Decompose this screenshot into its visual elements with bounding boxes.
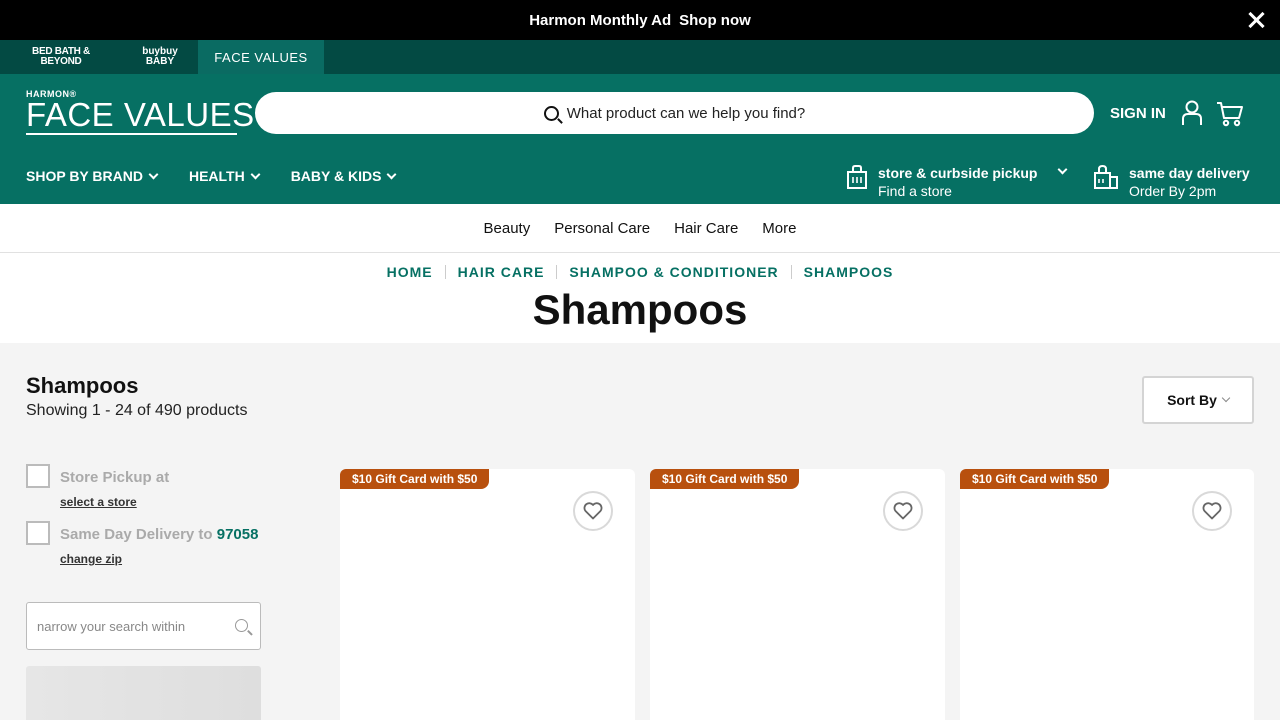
- product-card[interactable]: $10 Gift Card with $50: [960, 469, 1254, 720]
- subnav-more[interactable]: More: [762, 220, 796, 237]
- search-placeholder: What product can we help you find?: [566, 104, 806, 122]
- face-values-logo-tab[interactable]: FACE VALUES: [198, 40, 324, 74]
- breadcrumb-home[interactable]: HOME: [387, 264, 433, 280]
- product-card[interactable]: $10 Gift Card with $50: [650, 469, 945, 720]
- promo-badge: $10 Gift Card with $50: [340, 469, 490, 489]
- subnav-personal-care[interactable]: Personal Care: [554, 220, 650, 237]
- filter-loading-placeholder: [26, 666, 261, 720]
- nav-shop-by-brand[interactable]: SHOP BY BRAND: [26, 168, 159, 184]
- shop-now-link[interactable]: Shop now: [679, 12, 751, 29]
- search-bar[interactable]: What product can we help you find?: [255, 92, 1094, 134]
- store-icon: [847, 165, 867, 189]
- logo-underline: [26, 133, 237, 135]
- logo-big-text: FACE VALUES: [26, 96, 255, 133]
- buybuy-baby-logo[interactable]: buybuy BABY: [122, 40, 198, 74]
- store-pickup-selector[interactable]: store & curbside pickup Find a store: [846, 164, 1068, 200]
- breadcrumb-hair-care[interactable]: HAIR CARE: [458, 264, 545, 280]
- sort-by-dropdown[interactable]: Sort By: [1142, 376, 1254, 424]
- wishlist-heart-icon[interactable]: [1192, 491, 1232, 531]
- chevron-down-icon: [1221, 393, 1231, 403]
- product-card[interactable]: $10 Gift Card with $50: [340, 469, 635, 720]
- brand-switcher: BED BATH & BEYOND buybuy BABY FACE VALUE…: [0, 40, 1280, 74]
- store-pickup-checkbox[interactable]: [26, 464, 50, 488]
- chevron-down-icon: [148, 169, 159, 179]
- wishlist-heart-icon[interactable]: [883, 491, 923, 531]
- promo-text: Harmon Monthly Ad: [529, 11, 672, 29]
- category-nav: SHOP BY BRAND HEALTH BABY & KIDS: [26, 168, 397, 184]
- page-title-area: HOME HAIR CARE SHAMPOO & CONDITIONER SHA…: [0, 253, 1280, 343]
- change-zip-link[interactable]: change zip: [60, 552, 122, 566]
- nav-shop-by-brand-label: SHOP BY BRAND: [26, 168, 143, 184]
- account-icon[interactable]: [1181, 100, 1203, 126]
- select-store-link[interactable]: select a store: [60, 495, 137, 509]
- same-day-label-text: Same Day Delivery to: [60, 526, 213, 543]
- narrow-search-input[interactable]: [27, 603, 222, 649]
- close-icon[interactable]: [1244, 8, 1268, 32]
- bbaby-line2: BABY: [145, 56, 175, 67]
- same-day-checkbox[interactable]: [26, 521, 50, 545]
- nav-health[interactable]: HEALTH: [188, 168, 261, 184]
- page-title: Shampoos: [532, 286, 748, 333]
- nav-baby-kids[interactable]: BABY & KIDS: [290, 168, 397, 184]
- pickup-subtitle: Find a store: [878, 183, 952, 199]
- subnav-hair-care[interactable]: Hair Care: [674, 220, 738, 237]
- delivery-bag-icon: [1094, 164, 1118, 189]
- store-pickup-label: Store Pickup at: [60, 469, 170, 486]
- cart-icon[interactable]: [1216, 100, 1244, 128]
- wishlist-heart-icon[interactable]: [573, 491, 613, 531]
- breadcrumb-shampoos[interactable]: SHAMPOOS: [804, 264, 894, 280]
- promo-badge: $10 Gift Card with $50: [650, 469, 800, 489]
- breadcrumb-divider: [444, 265, 446, 279]
- breadcrumb-divider: [790, 265, 792, 279]
- site-logo[interactable]: HARMON® FACE VALUES: [26, 90, 255, 135]
- subnav-beauty[interactable]: Beauty: [484, 220, 531, 237]
- search-icon: [543, 105, 559, 121]
- narrow-search: [26, 602, 261, 650]
- chevron-down-icon: [1057, 164, 1068, 175]
- fv-tab-label: FACE VALUES: [214, 49, 308, 65]
- promo-badge: $10 Gift Card with $50: [960, 469, 1110, 489]
- breadcrumb: HOME HAIR CARE SHAMPOO & CONDITIONER SHA…: [0, 264, 1280, 280]
- chevron-down-icon: [387, 169, 397, 179]
- chevron-down-icon: [250, 169, 261, 179]
- promo-bar: Harmon Monthly Ad Shop now: [0, 0, 1280, 40]
- nav-baby-kids-label: BABY & KIDS: [290, 168, 382, 184]
- breadcrumb-divider: [556, 265, 558, 279]
- nav-health-label: HEALTH: [188, 168, 245, 184]
- bed-bath-beyond-logo[interactable]: BED BATH & BEYOND: [0, 40, 122, 74]
- sign-in-link[interactable]: SIGN IN: [1110, 105, 1166, 122]
- same-day-delivery[interactable]: same day delivery Order By 2pm: [1093, 164, 1250, 200]
- results-count: Showing 1 - 24 of 490 products: [26, 402, 248, 419]
- delivery-subtitle: Order By 2pm: [1129, 183, 1217, 199]
- results-title: Shampoos: [26, 373, 139, 398]
- pickup-title: store & curbside pickup: [878, 165, 1038, 181]
- site-header: HARMON® FACE VALUES What product can we …: [0, 74, 1280, 204]
- search-icon[interactable]: [235, 619, 248, 632]
- breadcrumb-shampoo-conditioner[interactable]: SHAMPOO & CONDITIONER: [569, 264, 778, 280]
- zip-code[interactable]: 97058: [217, 526, 259, 543]
- sort-by-label: Sort By: [1167, 392, 1217, 408]
- sub-navigation: Beauty Personal Care Hair Care More: [0, 204, 1280, 253]
- same-day-label: Same Day Delivery to 97058: [60, 526, 258, 543]
- bbb-line2: BEYOND: [40, 56, 82, 67]
- delivery-title: same day delivery: [1129, 165, 1250, 181]
